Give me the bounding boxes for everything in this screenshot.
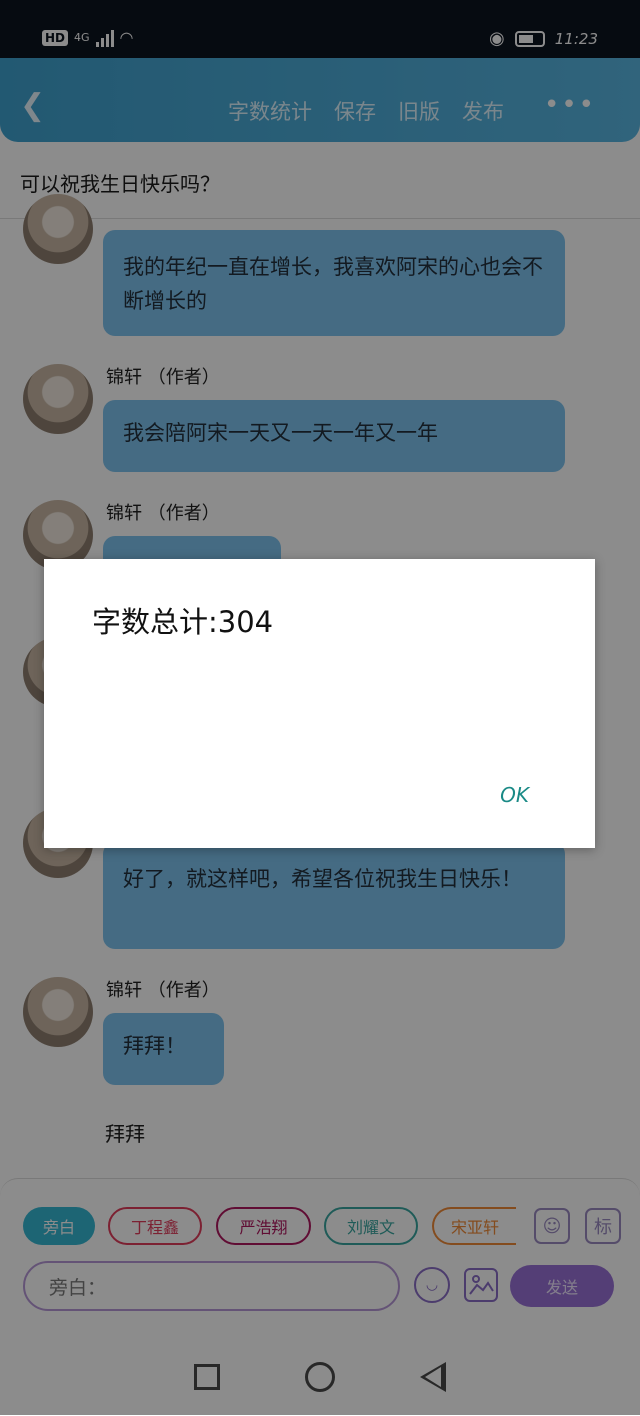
dialog-message: 字数总计:304 bbox=[92, 605, 274, 639]
ok-button[interactable]: OK bbox=[500, 783, 529, 807]
word-count-dialog: 字数总计:304 OK bbox=[44, 559, 595, 848]
